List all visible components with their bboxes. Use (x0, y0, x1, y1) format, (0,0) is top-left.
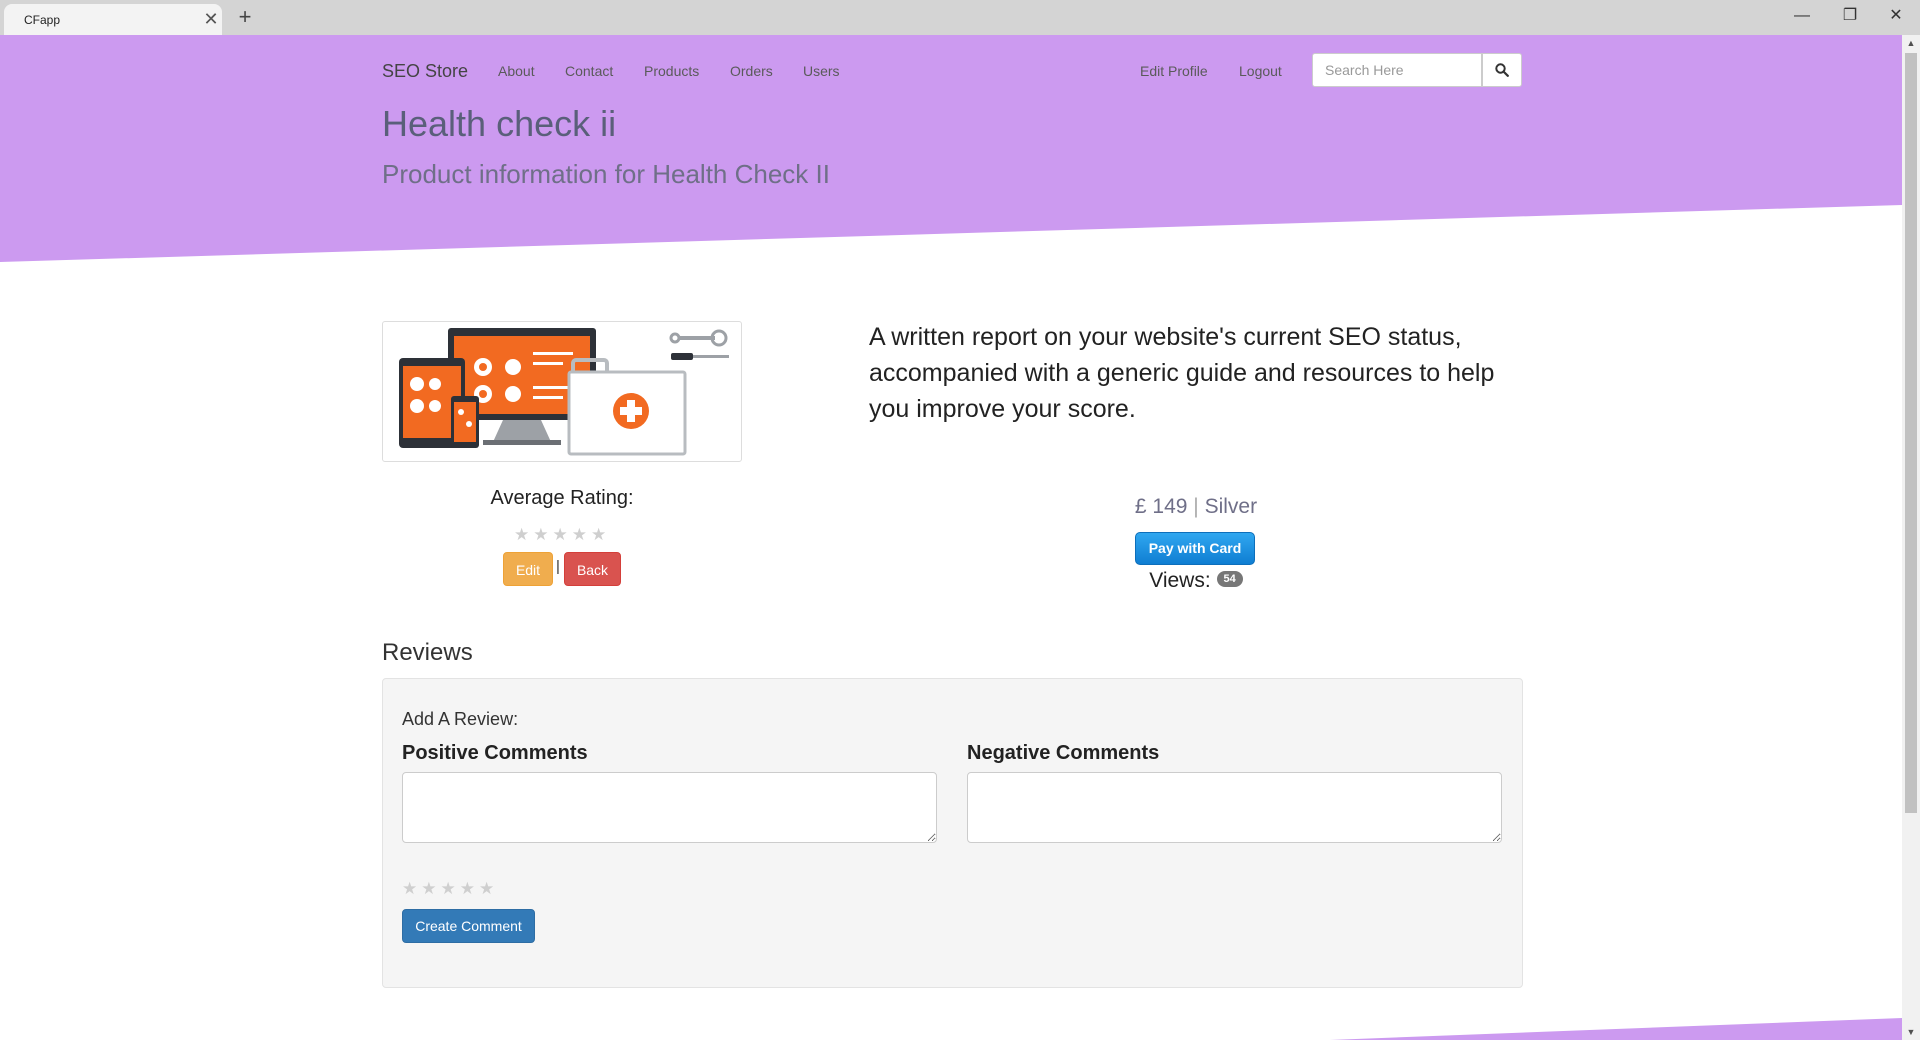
brand-link[interactable]: SEO Store (382, 61, 468, 82)
browser-tab[interactable]: CFapp ✕ (4, 4, 222, 35)
positive-comments-label: Positive Comments (402, 742, 588, 764)
search-button[interactable] (1482, 53, 1522, 87)
review-rating-stars[interactable]: ★ ★ ★ ★ ★ (402, 880, 494, 897)
positive-comments-textarea[interactable] (402, 772, 937, 843)
scroll-up-icon[interactable]: ▲ (1902, 35, 1920, 51)
nav-link-orders[interactable]: Orders (730, 63, 773, 79)
new-tab-button[interactable]: + (232, 4, 258, 30)
average-rating-stars: ★ ★ ★ ★ ★ (514, 526, 606, 543)
product-illustration (399, 328, 729, 456)
restore-button[interactable]: ❐ (1834, 4, 1866, 28)
nav-link-edit-profile[interactable]: Edit Profile (1140, 63, 1208, 79)
nav-link-users[interactable]: Users (803, 63, 840, 79)
star-icon: ★ (514, 525, 530, 544)
product-image (382, 321, 742, 462)
price-separator: | (1193, 495, 1199, 518)
page-subtitle: Product information for Health Check II (382, 159, 830, 189)
rating-star-2-icon[interactable]: ★ (421, 880, 436, 897)
scroll-down-icon[interactable]: ▼ (1902, 1024, 1920, 1040)
browser-tab-bar: CFapp ✕ + — ❐ ✕ (0, 0, 1920, 35)
pay-with-card-button[interactable]: Pay with Card (1135, 532, 1255, 565)
rating-star-3-icon[interactable]: ★ (441, 880, 456, 897)
views-line: Views: 54 (869, 569, 1523, 593)
average-rating-label: Average Rating: (490, 487, 634, 509)
navbar: SEO Store About Contact Products Orders … (382, 51, 1522, 91)
edit-button[interactable]: Edit (503, 552, 553, 586)
views-label: Views: (1149, 569, 1211, 592)
nav-link-contact[interactable]: Contact (565, 63, 613, 79)
search-input[interactable] (1312, 53, 1482, 87)
star-icon: ★ (533, 525, 549, 544)
price-line: £ 149 | Silver (869, 495, 1523, 519)
rating-star-5-icon[interactable]: ★ (479, 880, 494, 897)
window-close-button[interactable]: ✕ (1880, 4, 1912, 28)
page-viewport: SEO Store About Contact Products Orders … (0, 35, 1902, 1040)
review-form-panel: Add A Review: Positive Comments Negative… (382, 678, 1523, 988)
nav-link-logout[interactable]: Logout (1239, 63, 1282, 79)
price: £ 149 (1134, 495, 1188, 518)
star-icon: ★ (552, 525, 568, 544)
footer-background (1330, 1018, 1902, 1040)
negative-comments-textarea[interactable] (967, 772, 1502, 843)
views-count-badge: 54 (1216, 571, 1243, 588)
nav-link-about[interactable]: About (498, 63, 535, 79)
negative-comments-label: Negative Comments (967, 742, 1160, 764)
product-tier: Silver (1204, 495, 1258, 518)
nav-link-products[interactable]: Products (644, 63, 699, 79)
star-icon: ★ (571, 525, 587, 544)
rating-star-4-icon[interactable]: ★ (460, 880, 475, 897)
minimize-button[interactable]: — (1786, 4, 1818, 28)
tab-title: CFapp (24, 13, 61, 27)
add-review-label: Add A Review: (402, 709, 519, 729)
scroll-thumb[interactable] (1905, 53, 1917, 813)
star-icon: ★ (591, 525, 607, 544)
tab-close-icon[interactable]: ✕ (200, 8, 222, 30)
page-title: Health check ii (382, 103, 617, 144)
search-icon (1495, 63, 1509, 77)
create-comment-button[interactable]: Create Comment (402, 909, 535, 943)
reviews-heading: Reviews (382, 639, 473, 666)
back-button[interactable]: Back (564, 552, 621, 586)
vertical-scrollbar[interactable]: ▲ ▼ (1902, 35, 1920, 1040)
button-separator: | (556, 558, 560, 575)
product-description: A written report on your website's curre… (869, 323, 1495, 423)
rating-star-1-icon[interactable]: ★ (402, 880, 417, 897)
